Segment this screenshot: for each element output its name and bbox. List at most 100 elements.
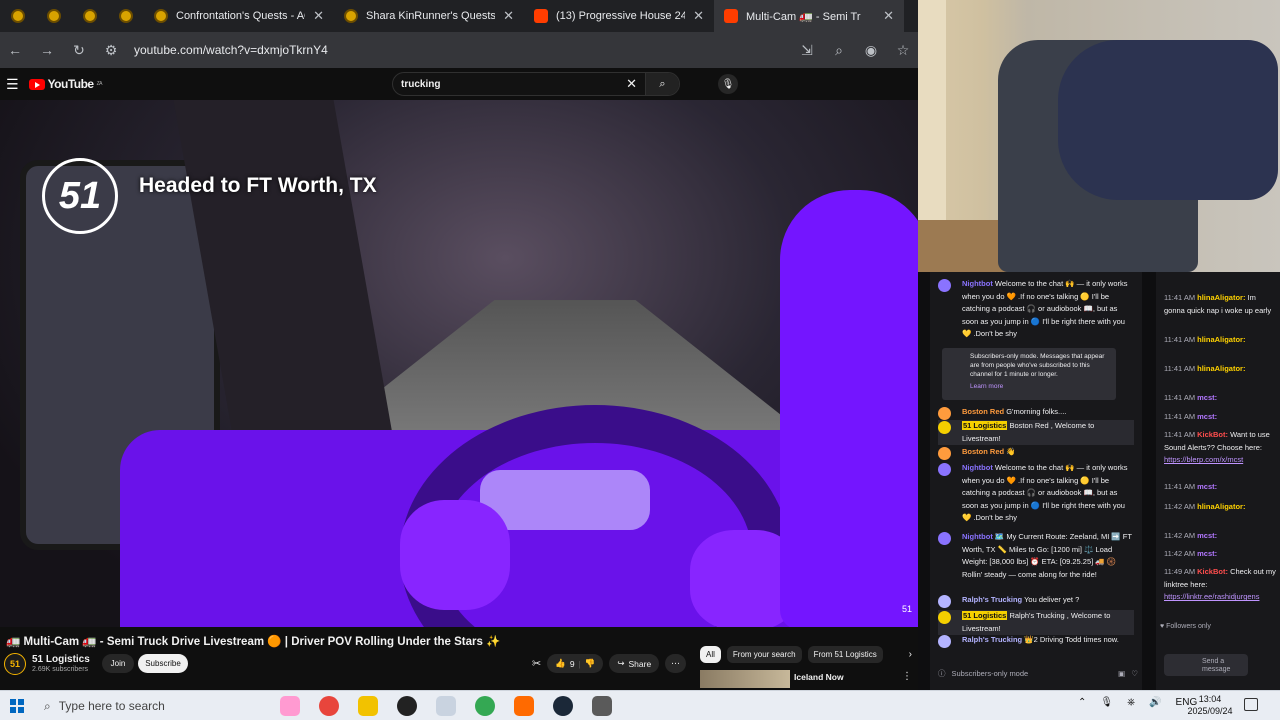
chat-author[interactable]: mcst:	[1197, 393, 1217, 402]
site-info-icon[interactable]: ⚙	[102, 42, 120, 59]
voice-search-button[interactable]: 🎙	[718, 74, 738, 94]
notification-icon[interactable]	[1244, 698, 1258, 711]
url-field[interactable]: youtube.com/watch?v=dxmjoTkrnY4	[134, 43, 784, 57]
recommended-video[interactable]: Iceland Now ⋮	[700, 670, 912, 688]
chat-author[interactable]: 51 Logistics	[962, 421, 1008, 430]
chat-author[interactable]: Boston Red	[962, 407, 1004, 416]
channel-name[interactable]: 51 Logistics	[32, 654, 90, 665]
heart-icon[interactable]: ♡	[1131, 669, 1138, 678]
chat-author[interactable]: mcst:	[1197, 482, 1217, 491]
timestamp: 11:41 AM	[1164, 364, 1196, 373]
aqw-favicon-icon	[47, 9, 61, 23]
chat-author[interactable]: Ralph's Trucking	[962, 635, 1022, 644]
file-explorer-icon[interactable]	[358, 696, 378, 716]
like-button[interactable]: 👍 9 | 👎	[547, 654, 604, 673]
brave-icon[interactable]	[514, 696, 534, 716]
close-icon[interactable]: ✕	[883, 8, 894, 24]
clip-icon[interactable]: ✂	[532, 657, 541, 670]
chat-author[interactable]: hlinaAligator:	[1197, 364, 1245, 373]
zoom-icon[interactable]: ⌕	[830, 42, 848, 59]
chat-author[interactable]: mcst:	[1197, 531, 1217, 540]
back-icon[interactable]: ←	[6, 42, 24, 58]
app-icon[interactable]	[397, 696, 417, 716]
tab-multicam[interactable]: Multi-Cam 🚛 - Semi Tr ✕	[714, 0, 904, 32]
chrome-profile-icon[interactable]	[475, 696, 495, 716]
tab-progressive-house[interactable]: (13) Progressive House 24/7: M ✕	[524, 0, 714, 32]
notice-text: Subscribers-only mode. Messages that app…	[970, 353, 1105, 378]
chat-author[interactable]: Nightbot	[962, 279, 993, 288]
volume-icon[interactable]: 🔊	[1149, 697, 1161, 708]
chevron-up-icon[interactable]: ⌃	[1078, 697, 1086, 708]
info-icon[interactable]: ⓘ	[938, 668, 946, 679]
steam-icon[interactable]	[553, 696, 573, 716]
chat-author[interactable]: hlinaAligator:	[1197, 293, 1245, 302]
tab-pinned-4[interactable]	[108, 0, 144, 32]
forward-icon[interactable]: →	[38, 42, 56, 58]
youtube-logo[interactable]: YouTube ZA	[28, 77, 103, 91]
chip-from-search[interactable]: From your search	[726, 645, 802, 663]
learn-more-link[interactable]: Learn more	[970, 382, 1110, 391]
timestamp: 11:41 AM	[1164, 335, 1196, 344]
more-icon: ⋯	[671, 658, 680, 668]
chat-message: Boston Red 👋	[938, 446, 1134, 460]
mic-tray-icon[interactable]: 🎙	[1100, 697, 1113, 708]
chat-author[interactable]: Boston Red	[962, 447, 1004, 456]
search-input[interactable]: trucking	[401, 79, 626, 90]
bookmark-star-icon[interactable]: ☆	[894, 42, 912, 59]
tab-pinned-3[interactable]	[72, 0, 108, 32]
chat-author[interactable]: mcst:	[1197, 549, 1217, 558]
reload-icon[interactable]: ↻	[70, 42, 88, 59]
chat-link[interactable]: https://linktr.ee/rashidjurgens	[1164, 592, 1259, 601]
chat-author[interactable]: Nightbot	[962, 532, 993, 541]
tab-pinned-2[interactable]	[36, 0, 72, 32]
chat-author[interactable]: mcst:	[1197, 412, 1217, 421]
channel-avatar[interactable]: 51	[4, 653, 26, 675]
close-icon[interactable]: ✕	[313, 8, 324, 24]
chat-input[interactable]: Send a message	[1164, 654, 1248, 676]
more-actions-button[interactable]: ⋯	[665, 654, 686, 673]
join-button[interactable]: Join	[102, 654, 134, 673]
chat-author[interactable]: KickBot:	[1197, 430, 1228, 439]
emoji-icon[interactable]: ▣	[1118, 669, 1125, 678]
aqw-favicon-icon	[344, 9, 358, 23]
search-button[interactable]: ⌕	[645, 73, 679, 95]
windows-start-icon[interactable]	[10, 699, 24, 713]
close-icon[interactable]: ✕	[693, 8, 704, 24]
chat-author[interactable]: hlinaAligator:	[1197, 335, 1245, 344]
taskbar-clock[interactable]: 13:04 2025/09/24	[1180, 693, 1240, 717]
subscribe-button[interactable]: Subscribe	[138, 654, 188, 673]
menu-icon[interactable]: ☰	[6, 76, 19, 93]
recommended-title[interactable]: Iceland Now	[794, 672, 844, 682]
thumbs-down-icon[interactable]: 👎	[585, 658, 596, 669]
tab-pinned-1[interactable]	[0, 0, 36, 32]
chip-from-channel[interactable]: From 51 Logistics	[807, 645, 883, 663]
more-vert-icon[interactable]: ⋮	[902, 671, 912, 682]
video-thumbnail[interactable]	[700, 670, 790, 688]
app-icon[interactable]	[592, 696, 612, 716]
tracking-icon[interactable]: ◉	[862, 42, 880, 59]
chat-message: 11:41 AM mcst:	[1164, 481, 1278, 494]
search-box[interactable]: trucking ✕ ⌕	[392, 72, 680, 96]
chat-link[interactable]: https://blerp.com/x/mcst	[1164, 455, 1243, 464]
tab-confrontation[interactable]: Confrontation's Quests - AQW ✕	[144, 0, 334, 32]
video-player[interactable]: 51 Headed to FT Worth, TX 51	[0, 100, 918, 627]
install-icon[interactable]: ⇲	[798, 42, 816, 59]
app-icon[interactable]	[436, 696, 456, 716]
chevron-right-icon[interactable]: ›	[909, 649, 912, 660]
share-icon: ↪	[617, 658, 625, 668]
chat-author[interactable]: KickBot:	[1197, 567, 1228, 576]
tab-strip: Confrontation's Quests - AQW ✕ Shara Kin…	[0, 0, 918, 32]
chat-author[interactable]: hlinaAligator:	[1197, 502, 1245, 511]
copilot-icon[interactable]	[280, 696, 300, 716]
taskbar-search[interactable]: ⌕ Type here to search	[44, 696, 224, 716]
close-icon[interactable]: ✕	[503, 8, 514, 24]
chat-author[interactable]: Nightbot	[962, 463, 993, 472]
tab-shara[interactable]: Shara KinRunner's Quests - AQW ✕	[334, 0, 524, 32]
network-icon[interactable]: ⎈	[1127, 697, 1135, 708]
chat-author[interactable]: 51 Logistics	[962, 611, 1008, 620]
share-button[interactable]: ↪ Share	[609, 654, 660, 673]
clear-search-icon[interactable]: ✕	[626, 76, 637, 92]
chip-all[interactable]: All	[700, 645, 721, 663]
chat-author[interactable]: Ralph's Trucking	[962, 595, 1022, 604]
chrome-icon[interactable]	[319, 696, 339, 716]
